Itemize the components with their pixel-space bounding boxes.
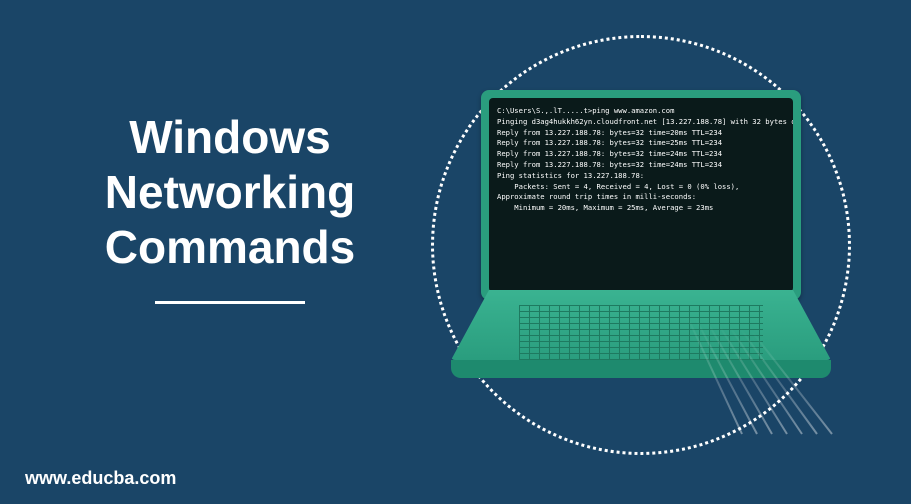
terminal-stats-header: Ping statistics for 13.227.188.78: — [497, 171, 785, 182]
title-underline — [155, 301, 305, 304]
terminal-rtt-header: Approximate round trip times in milli-se… — [497, 192, 785, 203]
laptop-screen-bezel: C:\Users\S.,.lT.....t>ping www.amazon.co… — [481, 90, 801, 300]
laptop-illustration: C:\Users\S.,.lT.....t>ping www.amazon.co… — [451, 90, 831, 400]
terminal-reply: Reply from 13.227.188.78: bytes=32 time=… — [497, 160, 785, 171]
title-line-1: Windows — [129, 111, 330, 163]
keyboard-keys — [519, 305, 762, 360]
terminal-ping-header: Pinging d3ag4hukkh62yn.cloudfront.net [1… — [497, 117, 785, 128]
terminal-reply: Reply from 13.227.188.78: bytes=32 time=… — [497, 149, 785, 160]
title-line-2: Networking — [105, 166, 355, 218]
terminal-reply: Reply from 13.227.188.78: bytes=32 time=… — [497, 138, 785, 149]
page-title: Windows Networking Commands — [70, 110, 390, 276]
laptop-keyboard — [451, 290, 831, 400]
keyboard-front-edge — [451, 360, 831, 378]
terminal-prompt-line: C:\Users\S.,.lT.....t>ping www.amazon.co… — [497, 106, 785, 117]
terminal-reply: Reply from 13.227.188.78: bytes=32 time=… — [497, 128, 785, 139]
terminal-rtt-values: Minimum = 20ms, Maximum = 25ms, Average … — [497, 203, 785, 214]
terminal-screen: C:\Users\S.,.lT.....t>ping www.amazon.co… — [489, 98, 793, 292]
keyboard-deck — [451, 290, 831, 360]
title-line-3: Commands — [105, 221, 355, 273]
terminal-packets: Packets: Sent = 4, Received = 4, Lost = … — [497, 182, 785, 193]
website-url: www.educba.com — [25, 468, 176, 489]
title-block: Windows Networking Commands — [70, 110, 390, 304]
